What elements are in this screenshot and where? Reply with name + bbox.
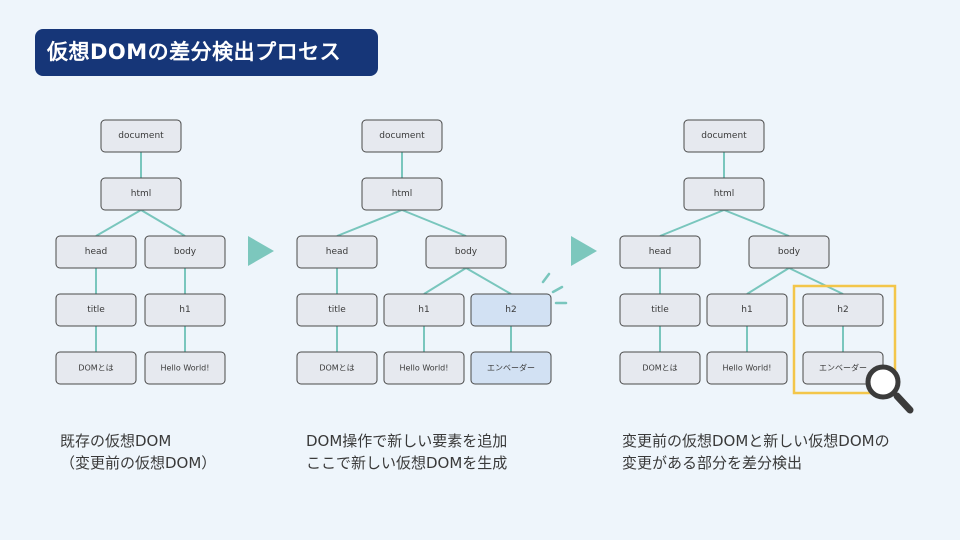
node-body: body — [748, 235, 830, 269]
node-html: html — [100, 177, 182, 211]
node-html: html — [361, 177, 443, 211]
svg-text:html: html — [131, 189, 152, 199]
svg-text:Hello World!: Hello World! — [723, 364, 772, 373]
caption-line: ここで新しい仮想DOMを生成 — [306, 454, 508, 472]
node-h1: h1 — [706, 293, 788, 327]
node-title: title — [619, 293, 701, 327]
svg-text:h1: h1 — [741, 305, 752, 315]
caption-line: （変更前の仮想DOM） — [60, 454, 217, 472]
svg-text:title: title — [651, 305, 669, 315]
node-h1: h1 — [383, 293, 465, 327]
svg-text:title: title — [87, 305, 105, 315]
svg-text:html: html — [392, 189, 413, 199]
arrow-right-icon — [571, 236, 597, 266]
svg-text:head: head — [649, 247, 671, 257]
caption-line: 既存の仮想DOM — [60, 432, 172, 450]
svg-text:body: body — [174, 247, 197, 257]
edge — [336, 209, 403, 237]
svg-text:head: head — [85, 247, 107, 257]
node-dom-toha: DOMとは — [55, 351, 137, 385]
edge — [659, 209, 725, 237]
node-head: head — [296, 235, 378, 269]
edge — [788, 267, 844, 295]
node-hello-world: Hello World! — [144, 351, 226, 385]
node-dom-toha: DOMとは — [619, 351, 701, 385]
node-h2: h2 — [802, 293, 884, 327]
svg-text:body: body — [778, 247, 801, 257]
svg-text:エンベーダー: エンベーダー — [819, 363, 867, 373]
caption-line: 変更がある部分を差分検出 — [622, 454, 803, 472]
svg-text:document: document — [379, 131, 425, 141]
edge — [465, 267, 512, 295]
svg-text:h2: h2 — [505, 305, 516, 315]
caption-panel-3: 変更前の仮想DOMと新しい仮想DOMの 変更がある部分を差分検出 — [622, 430, 890, 474]
svg-text:title: title — [328, 305, 346, 315]
node-engineer-new: エンベーダー — [470, 351, 552, 385]
node-body: body — [144, 235, 226, 269]
edge — [140, 209, 186, 237]
caption-panel-2: DOM操作で新しい要素を追加 ここで新しい仮想DOMを生成 — [306, 430, 507, 474]
svg-text:document: document — [701, 131, 747, 141]
svg-text:h1: h1 — [179, 305, 190, 315]
panel-3-tree: document html head body title h1 h2 DOMと… — [619, 119, 914, 414]
arrow-right-icon — [248, 236, 274, 266]
node-body: body — [425, 235, 507, 269]
edge — [723, 209, 790, 237]
panel-2-tree: document html head body title h1 h2 DOMと… — [296, 119, 568, 385]
caption-line: DOM操作で新しい要素を追加 — [306, 432, 508, 450]
svg-text:document: document — [118, 131, 164, 141]
node-hello-world: Hello World! — [383, 351, 465, 385]
node-head: head — [55, 235, 137, 269]
edge — [423, 267, 467, 295]
svg-text:head: head — [326, 247, 348, 257]
node-title: title — [55, 293, 137, 327]
node-document: document — [361, 119, 443, 153]
magnifier-icon — [865, 364, 914, 414]
svg-text:エンベーダー: エンベーダー — [487, 363, 535, 373]
node-html: html — [683, 177, 765, 211]
node-document: document — [100, 119, 182, 153]
svg-text:DOMとは: DOMとは — [642, 364, 677, 373]
node-h1: h1 — [144, 293, 226, 327]
svg-text:DOMとは: DOMとは — [319, 364, 354, 373]
node-title: title — [296, 293, 378, 327]
caption-line: 変更前の仮想DOMと新しい仮想DOMの — [622, 432, 890, 450]
caption-panel-1: 既存の仮想DOM （変更前の仮想DOM） — [60, 430, 216, 474]
edge — [95, 209, 142, 237]
panel-1-tree: document html head body title h1 DOMとは H… — [55, 119, 226, 385]
edge — [746, 267, 790, 295]
node-head: head — [619, 235, 701, 269]
svg-text:h2: h2 — [837, 305, 848, 315]
edge — [401, 209, 467, 237]
svg-text:body: body — [455, 247, 478, 257]
svg-text:h1: h1 — [418, 305, 429, 315]
svg-text:html: html — [714, 189, 735, 199]
svg-text:Hello World!: Hello World! — [400, 364, 449, 373]
node-h2-new: h2 — [470, 293, 552, 327]
svg-text:DOMとは: DOMとは — [78, 364, 113, 373]
node-hello-world: Hello World! — [706, 351, 788, 385]
svg-text:Hello World!: Hello World! — [161, 364, 210, 373]
node-document: document — [683, 119, 765, 153]
node-dom-toha: DOMとは — [296, 351, 378, 385]
